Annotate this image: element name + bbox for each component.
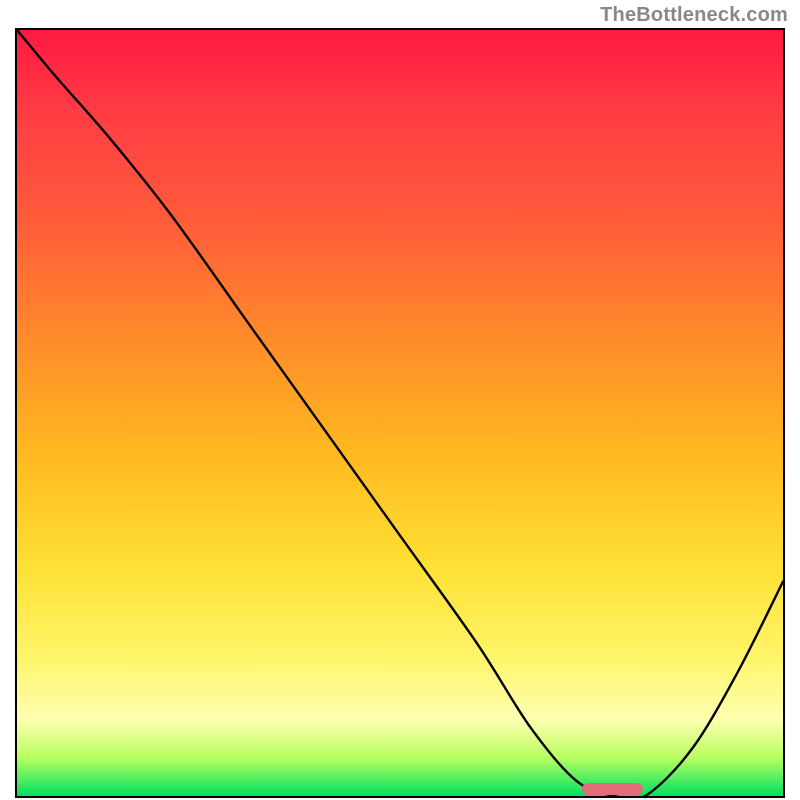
chart-stage: TheBottleneck.com [0,0,800,800]
plot-border [15,28,785,798]
watermark-text: TheBottleneck.com [600,4,788,27]
plot-area [15,28,785,798]
